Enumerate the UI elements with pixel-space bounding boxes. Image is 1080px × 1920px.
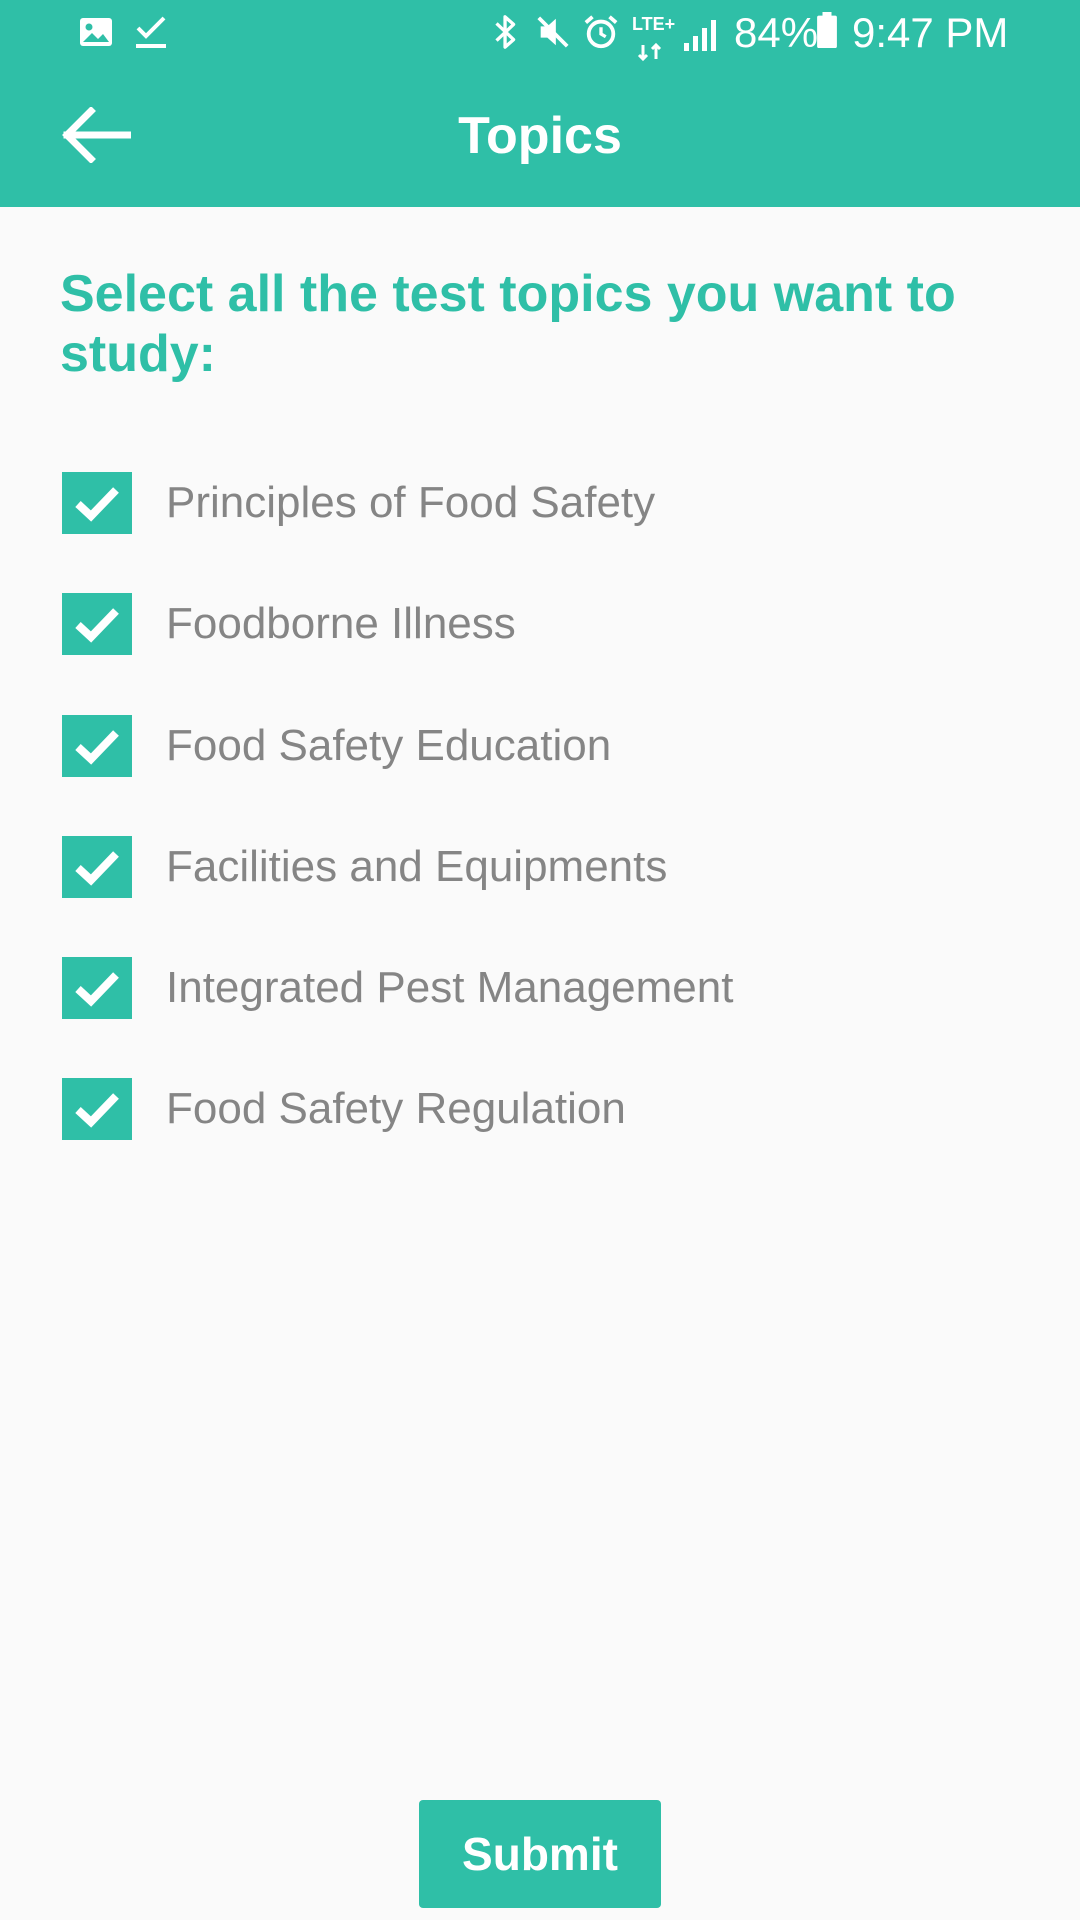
checkbox-checked[interactable] (62, 715, 132, 777)
clock: 9:47 PM (852, 9, 1009, 56)
battery-percent: 84% (734, 9, 819, 56)
topic-label: Food Safety Regulation (166, 1084, 626, 1133)
topic-label: Facilities and Equipments (166, 842, 668, 891)
topic-label: Principles of Food Safety (166, 478, 656, 527)
checkbox-checked[interactable] (62, 1078, 132, 1140)
mute-icon (537, 16, 569, 48)
checkbox-checked[interactable] (62, 593, 132, 655)
image-icon (80, 18, 112, 46)
app-bar: LTE+ 84% 9:47 PM Topics (0, 0, 1080, 207)
topic-label: Foodborne Illness (166, 599, 516, 648)
topic-label: Food Safety Education (166, 721, 612, 770)
checkbox-checked[interactable] (62, 957, 132, 1019)
checkmark-icon (75, 487, 119, 522)
alarm-icon (584, 15, 618, 49)
status-bar: LTE+ 84% 9:47 PM (0, 0, 1080, 66)
battery-icon (817, 12, 837, 48)
checkmark-icon (75, 972, 119, 1007)
checkmark-icon (75, 608, 119, 643)
page-title: Topics (458, 107, 622, 165)
download-done-icon (136, 16, 166, 48)
topic-checkbox-row[interactable]: Principles of Food Safety (62, 472, 962, 534)
topic-label: Integrated Pest Management (166, 963, 734, 1012)
checkmark-icon (75, 1093, 119, 1128)
topic-checkbox-row[interactable]: Facilities and Equipments (62, 836, 962, 898)
submit-button[interactable]: Submit (419, 1800, 661, 1908)
checkmark-icon (75, 851, 119, 886)
instruction-heading: Select all the test topics you want to s… (60, 265, 956, 383)
topic-checkbox-row[interactable]: Integrated Pest Management (62, 957, 962, 1019)
checkbox-checked[interactable] (62, 836, 132, 898)
checkmark-icon (75, 730, 119, 765)
signal-icon (684, 20, 716, 51)
topic-checkbox-row[interactable]: Food Safety Regulation (62, 1078, 962, 1140)
bluetooth-icon (495, 15, 516, 49)
lte-data-icon (637, 42, 662, 62)
network-type-label: LTE+ (632, 14, 676, 34)
topic-checkbox-row[interactable]: Foodborne Illness (62, 593, 962, 655)
checkbox-checked[interactable] (62, 472, 132, 534)
topic-checkbox-row[interactable]: Food Safety Education (62, 715, 962, 777)
